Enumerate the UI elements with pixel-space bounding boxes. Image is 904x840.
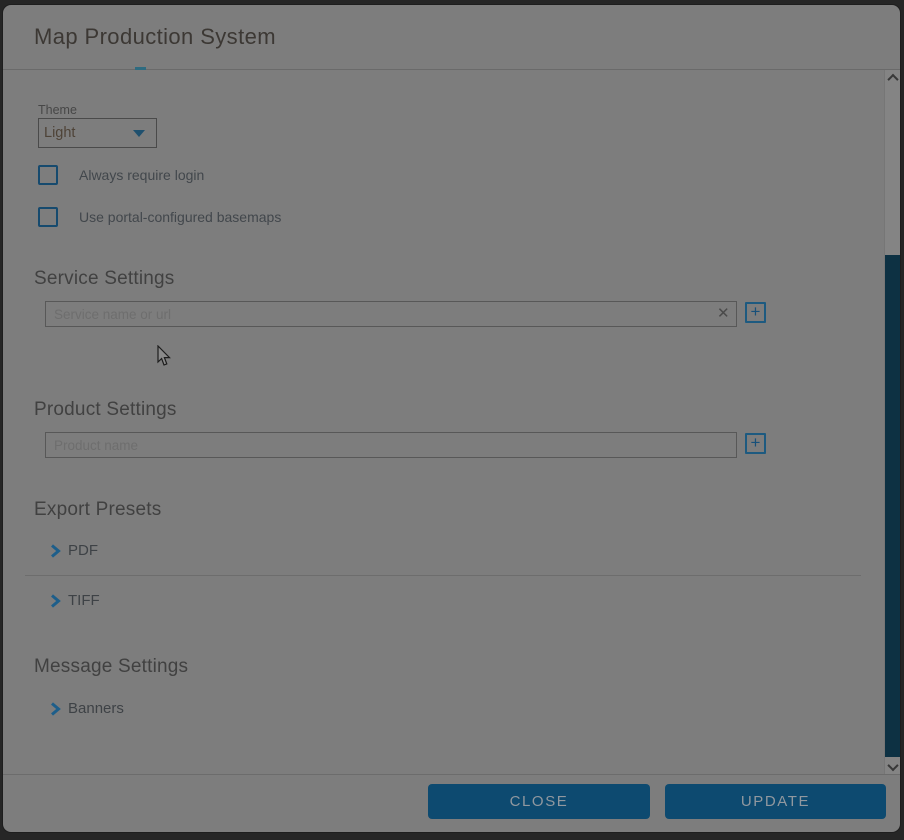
- export-presets-heading: Export Presets: [34, 499, 161, 521]
- plus-icon: +: [751, 303, 761, 320]
- clear-icon[interactable]: ✕: [717, 306, 730, 321]
- theme-select-value: Light: [39, 125, 133, 141]
- divider: [25, 575, 861, 576]
- theme-select[interactable]: Light: [38, 118, 157, 148]
- plus-icon: +: [751, 434, 761, 451]
- service-settings-heading: Service Settings: [34, 268, 175, 290]
- export-preset-pdf-toggle[interactable]: PDF: [50, 542, 98, 559]
- vertical-scrollbar[interactable]: [884, 70, 900, 775]
- chevron-right-icon: [50, 544, 61, 558]
- dialog-header: Map Production System: [3, 5, 900, 70]
- export-preset-tiff-toggle[interactable]: TIFF: [50, 592, 100, 609]
- theme-label: Theme: [38, 103, 77, 117]
- checkbox-row-portal-basemaps: Use portal-configured basemaps: [38, 207, 281, 227]
- scroll-down-button[interactable]: [885, 759, 900, 775]
- chevron-up-icon: [887, 74, 898, 85]
- map-production-system-dialog: Map Production System Theme Light Always…: [3, 5, 900, 832]
- export-preset-tiff-label: TIFF: [68, 592, 100, 609]
- close-button[interactable]: CLOSE: [428, 784, 650, 819]
- product-name-input[interactable]: [45, 432, 737, 458]
- service-name-input[interactable]: [45, 301, 737, 327]
- chevron-right-icon: [50, 594, 61, 608]
- mouse-cursor: [157, 345, 171, 366]
- chevron-down-icon: [887, 760, 898, 771]
- checkbox-row-always-require-login: Always require login: [38, 165, 204, 185]
- add-service-button[interactable]: +: [745, 302, 766, 323]
- message-settings-heading: Message Settings: [34, 656, 188, 678]
- screen: Map Production System Theme Light Always…: [0, 0, 904, 840]
- caret-down-icon: [133, 130, 145, 137]
- banners-label: Banners: [68, 700, 124, 717]
- always-require-login-label: Always require login: [79, 167, 204, 183]
- update-button[interactable]: UPDATE: [665, 784, 886, 819]
- scroll-up-button[interactable]: [885, 70, 900, 86]
- dialog-footer: CLOSE UPDATE: [3, 774, 900, 832]
- export-preset-pdf-label: PDF: [68, 542, 98, 559]
- chevron-right-icon: [50, 702, 61, 716]
- product-settings-heading: Product Settings: [34, 399, 177, 421]
- portal-basemaps-label: Use portal-configured basemaps: [79, 209, 281, 225]
- add-product-button[interactable]: +: [745, 433, 766, 454]
- banners-toggle[interactable]: Banners: [50, 700, 124, 717]
- always-require-login-checkbox[interactable]: [38, 165, 58, 185]
- scrolled-content-sliver: [135, 67, 146, 70]
- portal-basemaps-checkbox[interactable]: [38, 207, 58, 227]
- dialog-title: Map Production System: [34, 24, 276, 50]
- scrollbar-thumb[interactable]: [885, 255, 900, 757]
